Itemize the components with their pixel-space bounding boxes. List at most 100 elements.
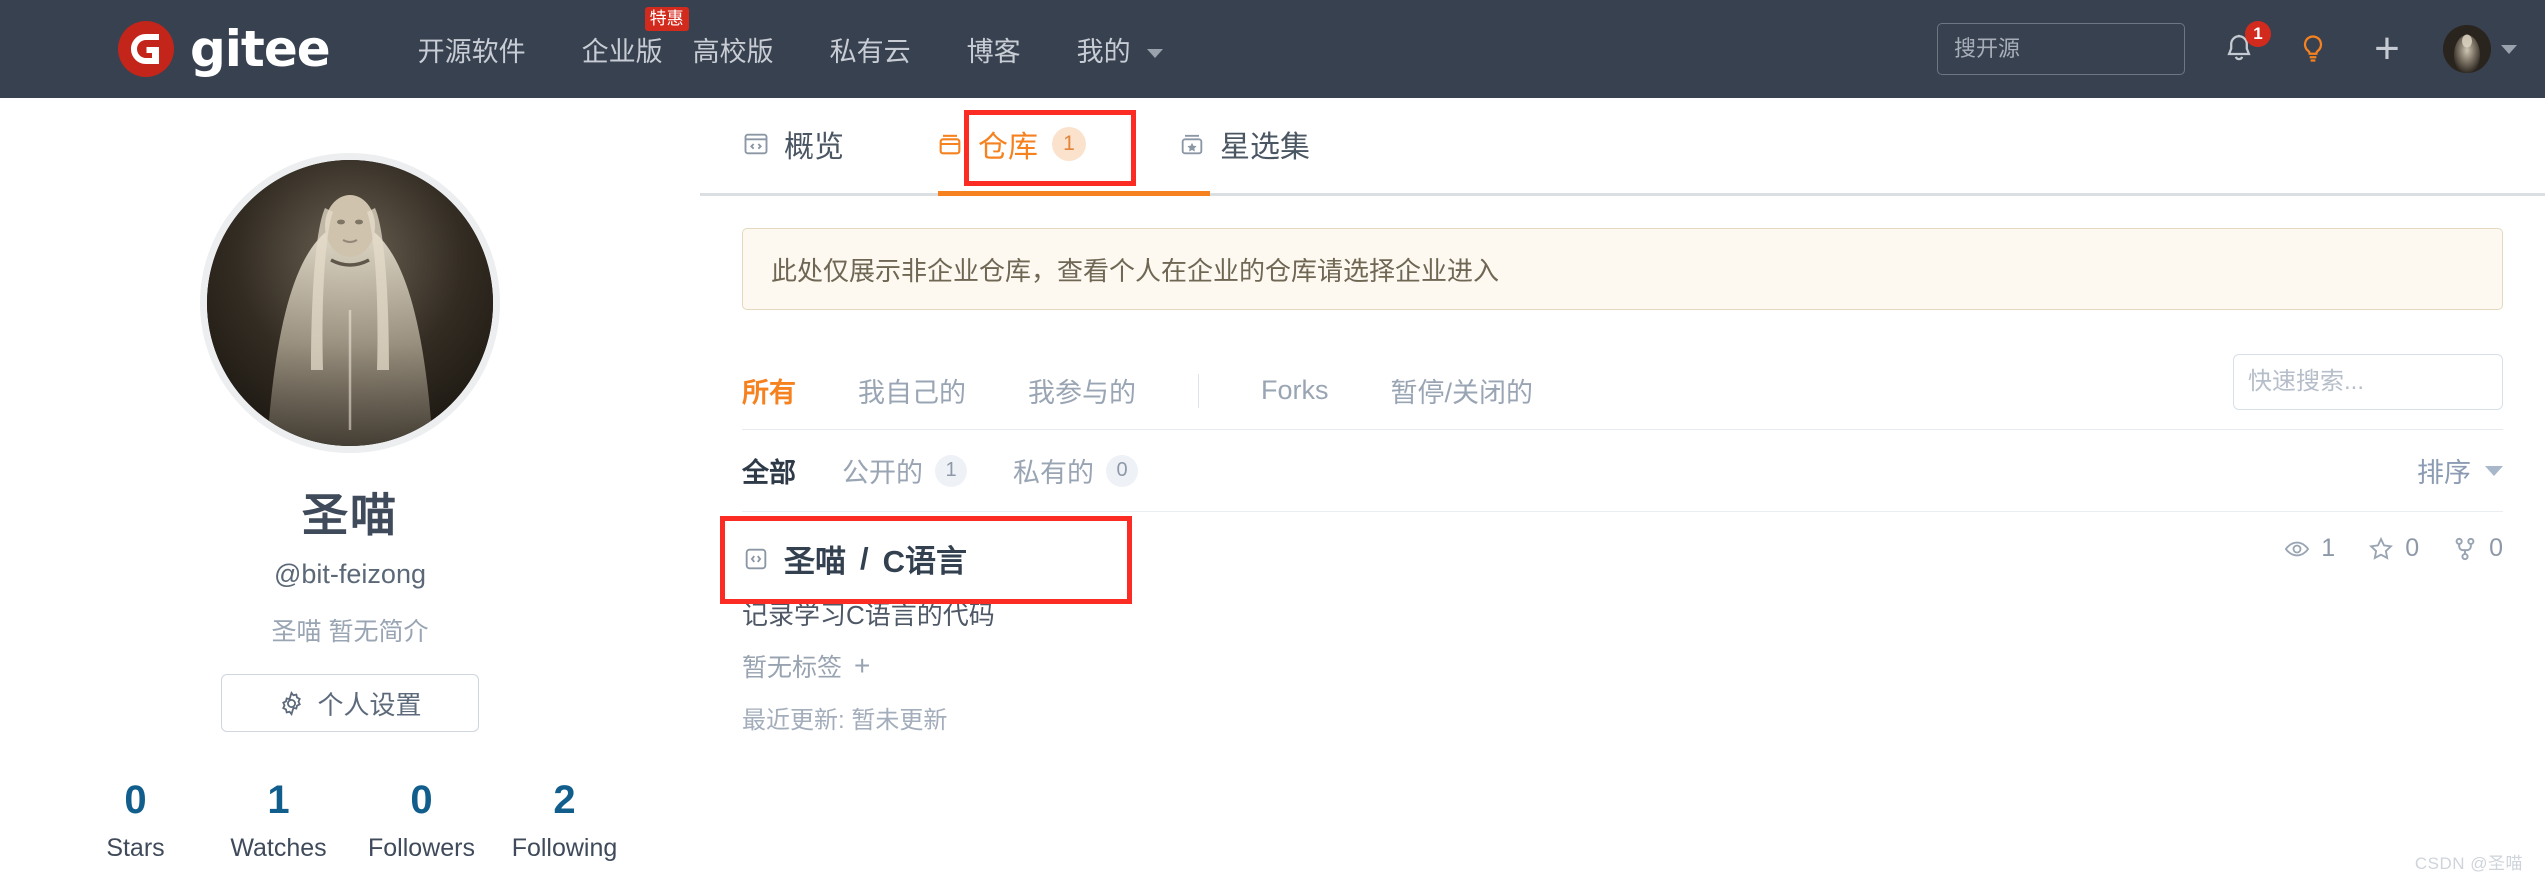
filter-label: 暂停/关闭的 <box>1390 378 1534 408</box>
add-tag-plus-icon[interactable]: + <box>854 650 870 682</box>
avatar-chevron-down-icon[interactable] <box>2501 44 2517 54</box>
stat-value: 1 <box>267 778 290 822</box>
nav-link-blog[interactable]: 博客 <box>967 30 1021 69</box>
repository-owner: 圣喵 <box>784 544 846 579</box>
code-repo-icon <box>745 548 767 569</box>
repository-link[interactable]: 圣喵 / C语言 <box>742 536 2503 581</box>
repository-fork-stat[interactable]: 0 <box>2451 534 2503 563</box>
tab-label: 概览 <box>784 130 844 164</box>
brand-logo-link[interactable]: gitee <box>118 21 331 77</box>
stat-watches[interactable]: 1 Watches <box>207 778 350 863</box>
repository-description: 记录学习C语言的代码 <box>742 600 995 630</box>
repository-separator: / <box>860 540 869 576</box>
nav-link-label: 开源软件 <box>417 36 526 67</box>
subfilter-label: 私有的 <box>1013 458 1094 488</box>
code-square-icon <box>744 133 768 154</box>
notification-count-badge: 1 <box>2245 21 2271 47</box>
tab-count-badge: 1 <box>1052 126 1086 161</box>
filter-label: 我参与的 <box>1028 378 1136 408</box>
star-box-icon <box>1181 134 1203 154</box>
notifications-button[interactable]: 1 <box>2219 21 2271 72</box>
fork-count: 0 <box>2489 534 2503 562</box>
filter-paused-closed[interactable]: 暂停/关闭的 <box>1391 371 1534 410</box>
tab-label: 星选集 <box>1220 130 1310 164</box>
tab-starred-collection[interactable]: 星选集 <box>1178 122 1310 170</box>
stat-followers[interactable]: 0 Followers <box>350 778 493 863</box>
nav-link-education[interactable]: 高校版 <box>693 30 774 69</box>
tab-label: 仓库 <box>978 130 1038 164</box>
subfilter-label: 全部 <box>742 458 796 488</box>
chevron-down-icon <box>1147 48 1164 58</box>
create-new-button[interactable]: + <box>2367 26 2407 72</box>
repository-filter-bar: 所有 我自己的 我参与的 Forks 暂停/关闭的 <box>742 352 2545 430</box>
profile-name: 圣喵 <box>302 489 398 541</box>
subfilter-private[interactable]: 私有的 0 <box>1013 451 1138 490</box>
profile-bio: 圣喵 暂无简介 <box>271 618 429 646</box>
quick-search-input[interactable] <box>2248 368 2545 396</box>
repository-watch-stat[interactable]: 1 <box>2283 534 2335 563</box>
profile-tabs: 概览 仓库 1 星选集 <box>700 98 2545 196</box>
updated-value: 暂未更新 <box>851 707 948 734</box>
subfilter-all[interactable]: 全部 <box>742 451 796 490</box>
profile-avatar[interactable] <box>200 153 500 453</box>
profile-stats: 0 Stars 1 Watches 0 Followers 2 Followin… <box>0 778 700 863</box>
repository-stats: 1 0 0 <box>2265 534 2503 563</box>
nav-link-mine[interactable]: 我的 <box>1077 30 1164 69</box>
nav-link-label: 我的 <box>1076 36 1131 67</box>
gear-icon <box>282 690 302 716</box>
updated-label: 最近更新: <box>742 707 845 734</box>
subfilter-count: 0 <box>1106 454 1138 487</box>
no-tags-label: 暂无标签 <box>742 654 843 682</box>
repo-box-icon <box>939 134 961 154</box>
search-input[interactable] <box>1937 23 2185 75</box>
personal-settings-button[interactable]: 个人设置 <box>221 674 479 732</box>
repository-updated: 最近更新: 暂未更新 <box>742 700 2503 735</box>
plus-icon: + <box>2374 24 2400 73</box>
fork-icon <box>2455 537 2475 560</box>
sort-label: 排序 <box>2417 458 2471 488</box>
stat-following[interactable]: 2 Following <box>493 778 636 863</box>
stat-value: 2 <box>553 778 576 822</box>
filter-forks[interactable]: Forks <box>1261 375 1329 406</box>
quick-search-box[interactable] <box>2233 354 2545 410</box>
stat-label: Followers <box>368 834 475 862</box>
nav-right-actions: 1 + <box>1937 0 2545 98</box>
filter-label: Forks <box>1261 375 1329 405</box>
stat-stars[interactable]: 0 Stars <box>64 778 207 863</box>
subfilter-count: 1 <box>935 454 967 487</box>
stat-value: 0 <box>410 778 433 822</box>
gitee-g-logo-icon <box>118 21 174 77</box>
nav-link-enterprise[interactable]: 企业版 特惠 <box>582 6 689 69</box>
lightbulb-icon[interactable] <box>2293 26 2333 72</box>
main-content: 概览 仓库 1 星选集 此处仅展示非企业仓库，查看个人在企业的仓库请选择企业进入 <box>700 98 2545 884</box>
repository-tags: 暂无标签 + <box>742 648 2503 684</box>
active-tab-underline <box>938 191 1210 196</box>
nav-link-label: 高校版 <box>692 36 774 67</box>
filter-participated[interactable]: 我参与的 <box>1028 371 1136 410</box>
repository-star-stat[interactable]: 0 <box>2367 534 2419 563</box>
tab-repositories[interactable]: 仓库 1 <box>936 122 1086 170</box>
filter-all[interactable]: 所有 <box>742 371 796 410</box>
nav-link-opensource[interactable]: 开源软件 <box>418 30 526 69</box>
user-avatar[interactable] <box>2443 25 2491 73</box>
repository-visibility-bar: 全部 公开的 1 私有的 0 排序 <box>742 430 2503 512</box>
watermark: CSDN @圣喵 <box>2414 854 2523 873</box>
stat-label: Stars <box>106 834 165 862</box>
profile-sidebar: 圣喵 @bit-feizong 圣喵 暂无简介 个人设置 0 Stars 1 W… <box>0 98 700 884</box>
filter-mine[interactable]: 我自己的 <box>858 371 966 410</box>
tab-overview[interactable]: 概览 <box>742 122 844 170</box>
promo-badge: 特惠 <box>644 6 689 32</box>
nav-link-privatecloud[interactable]: 私有云 <box>830 30 911 69</box>
subfilter-label: 公开的 <box>842 458 923 488</box>
stat-label: Following <box>511 834 618 862</box>
watch-count: 1 <box>2321 534 2336 562</box>
profile-handle: @bit-feizong <box>274 559 426 589</box>
chevron-down-icon <box>2485 465 2503 476</box>
star-icon <box>2369 536 2394 560</box>
sort-dropdown[interactable]: 排序 <box>2417 451 2503 490</box>
filter-divider <box>1198 373 1199 408</box>
primary-nav-links: 开源软件 企业版 特惠 高校版 私有云 博客 我的 <box>418 6 1220 69</box>
eye-icon <box>2285 541 2310 556</box>
stat-value: 0 <box>124 778 147 822</box>
subfilter-public[interactable]: 公开的 1 <box>842 451 967 490</box>
